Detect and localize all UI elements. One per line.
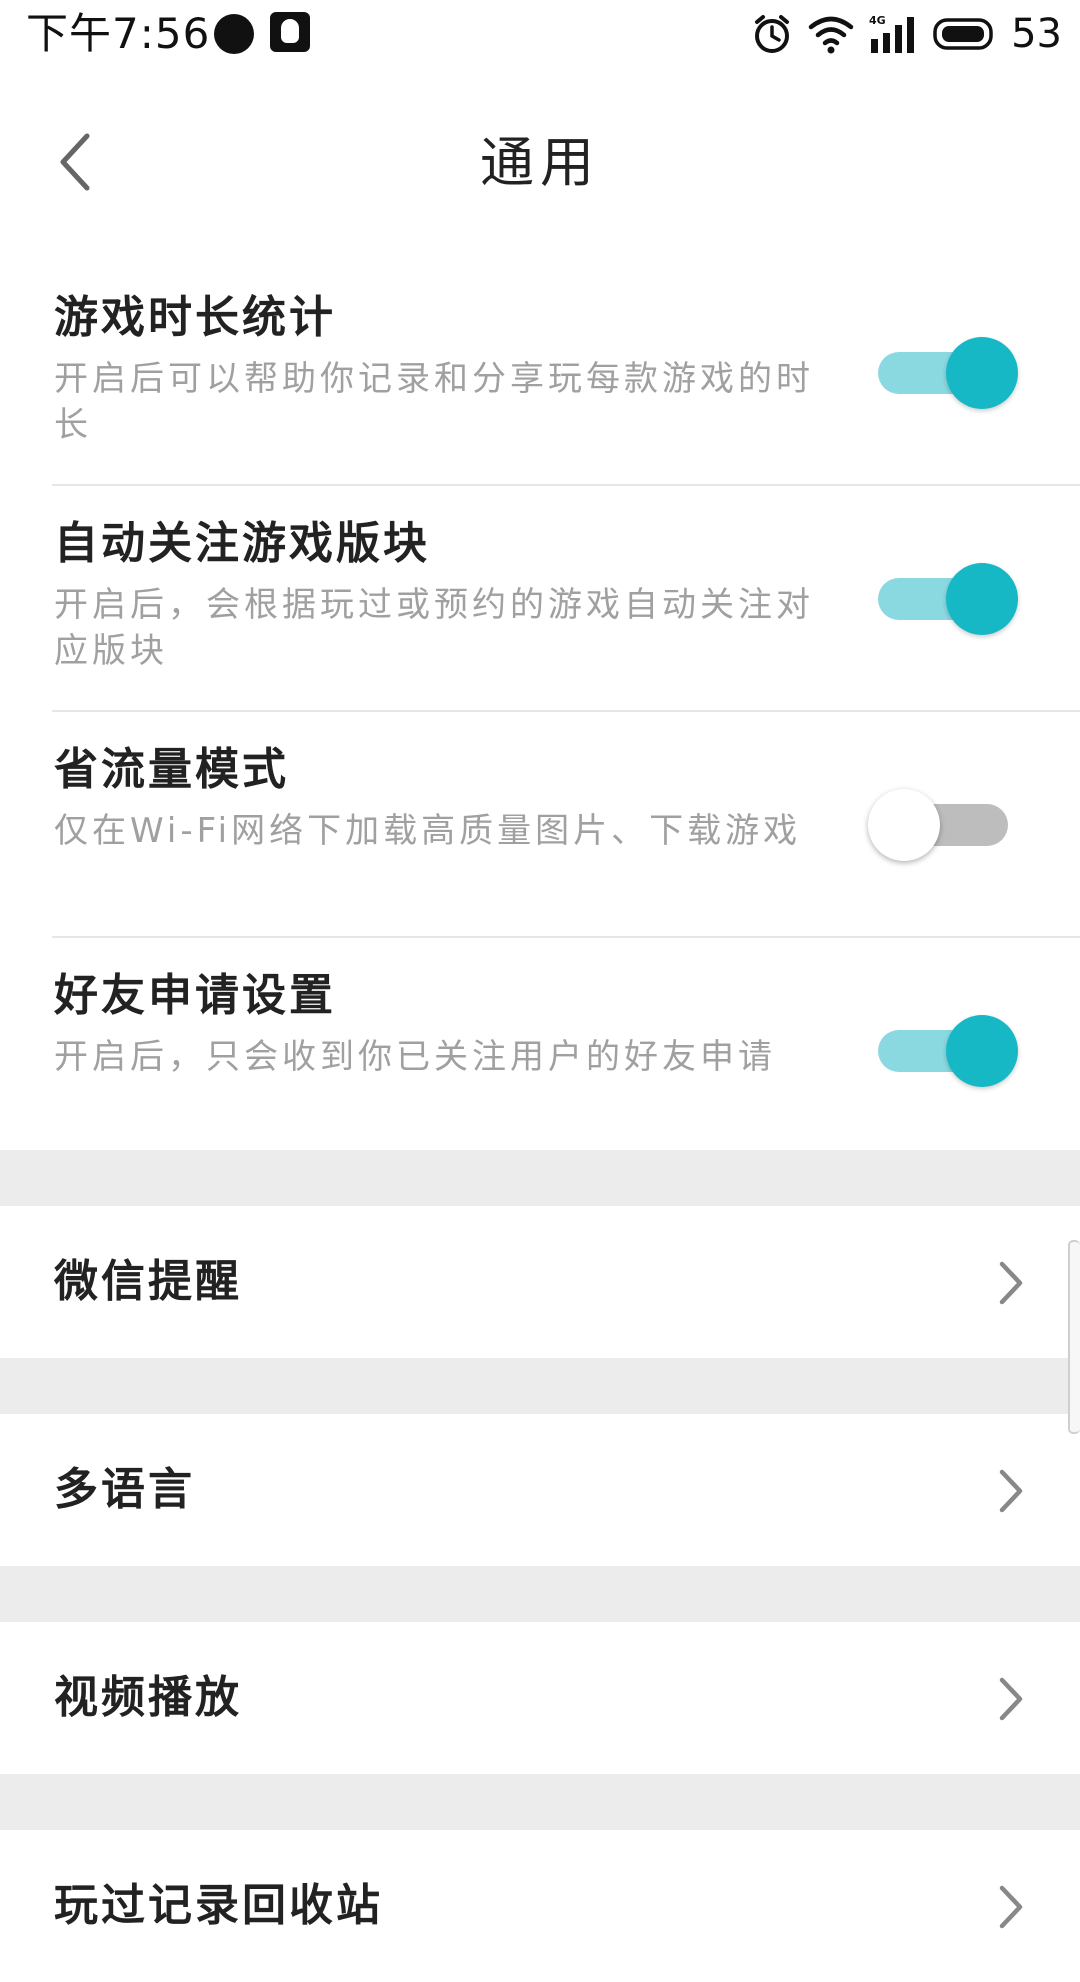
setting-title: 游戏时长统计 [54, 292, 336, 343]
nav-item-label: 微信提醒 [54, 1256, 242, 1307]
section-divider [0, 1774, 1080, 1830]
toggle-switch[interactable] [868, 332, 1018, 412]
nav-item-video-playback[interactable]: 视频播放 [0, 1622, 1080, 1774]
notification-dot-icon [214, 14, 254, 54]
toggle-thumb [946, 1015, 1018, 1087]
setting-title: 好友申请设置 [54, 970, 336, 1021]
qq-icon [270, 12, 310, 52]
scroll-indicator[interactable] [1068, 1240, 1080, 1434]
nav-item-language[interactable]: 多语言 [0, 1414, 1080, 1566]
toggle-switch[interactable] [868, 784, 1018, 864]
alarm-icon [751, 13, 793, 55]
section-divider [0, 1358, 1080, 1414]
nav-item-label: 视频播放 [54, 1672, 242, 1723]
svg-text:4G: 4G [869, 14, 886, 27]
status-time: 下午7:56 [26, 9, 211, 58]
toggle-thumb [946, 563, 1018, 635]
setting-row-game-duration: 游戏时长统计 开启后可以帮助你记录和分享玩每款游戏的时长 [52, 260, 1080, 486]
setting-description: 开启后可以帮助你记录和分享玩每款游戏的时长 [54, 359, 814, 445]
setting-description: 仅在Wi-Fi网络下加载高质量图片、下载游戏 [54, 811, 802, 851]
setting-description: 开启后，会根据玩过或预约的游戏自动关注对应版块 [54, 585, 814, 671]
nav-sections: 微信提醒 多语言 视频播放 玩过记录回收站 [0, 1150, 1080, 1982]
setting-row-friend-request: 好友申请设置 开启后，只会收到你已关注用户的好友申请 [52, 938, 1080, 1162]
status-icons: 4G 53 [751, 8, 1062, 60]
nav-item-wechat-reminder[interactable]: 微信提醒 [0, 1206, 1080, 1358]
section-divider [0, 1566, 1080, 1622]
status-bar: 下午7:56 4G 53 [0, 0, 1080, 70]
wifi-icon [807, 13, 855, 55]
nav-item-label: 多语言 [54, 1464, 195, 1515]
setting-description: 开启后，只会收到你已关注用户的好友申请 [54, 1037, 776, 1077]
page-title: 通用 [480, 131, 600, 194]
chevron-right-icon [999, 1261, 1023, 1305]
toggle-settings-list: 游戏时长统计 开启后可以帮助你记录和分享玩每款游戏的时长 自动关注游戏版块 开启… [0, 260, 1080, 1162]
section-divider [0, 1150, 1080, 1206]
setting-title: 自动关注游戏版块 [54, 518, 430, 569]
setting-row-data-saver: 省流量模式 仅在Wi-Fi网络下加载高质量图片、下载游戏 [52, 712, 1080, 938]
toggle-switch[interactable] [868, 1010, 1018, 1090]
battery-level: 53 [1011, 11, 1062, 57]
setting-row-auto-follow: 自动关注游戏版块 开启后，会根据玩过或预约的游戏自动关注对应版块 [52, 486, 1080, 712]
chevron-right-icon [999, 1677, 1023, 1721]
battery-icon [933, 17, 997, 51]
nav-item-label: 玩过记录回收站 [54, 1880, 383, 1931]
header: 通用 [0, 70, 1080, 260]
toggle-thumb [868, 789, 940, 861]
chevron-right-icon [999, 1885, 1023, 1929]
toggle-thumb [946, 337, 1018, 409]
4g-signal-icon: 4G [869, 13, 919, 55]
nav-item-played-history-recycle-bin[interactable]: 玩过记录回收站 [0, 1830, 1080, 1982]
setting-title: 省流量模式 [54, 744, 289, 795]
toggle-switch[interactable] [868, 558, 1018, 638]
chevron-right-icon [999, 1469, 1023, 1513]
